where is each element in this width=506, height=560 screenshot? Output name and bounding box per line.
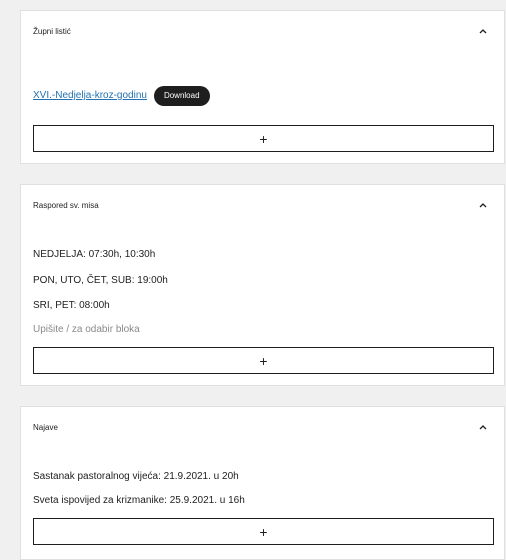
panel-header[interactable]: Najave [21,407,504,447]
chevron-up-icon[interactable] [478,201,488,209]
paragraph-block[interactable]: PON, UTO, ČET, SUB: 19:00h [33,275,168,287]
panel-title: Najave [33,423,58,432]
block-placeholder-input[interactable]: Upišite / za odabir bloka [33,324,140,336]
paragraph-block[interactable]: Sveta ispovijed za krizmanike: 25.9.2021… [33,495,245,507]
plus-icon: + [259,130,268,147]
panel-header[interactable]: Župni listić [21,11,504,51]
panel-title: Raspored sv. misa [33,201,99,210]
add-block-button[interactable]: + [33,347,494,374]
plus-icon: + [259,352,268,369]
paragraph-block[interactable]: NEDJELJA: 07:30h, 10:30h [33,249,155,261]
add-block-button[interactable]: + [33,125,494,152]
add-block-button[interactable]: + [33,518,494,545]
panel-najave: Najave Sastanak pastoralnog vijeća: 21.9… [20,406,505,560]
panel-title: Župni listić [33,27,71,36]
chevron-up-icon[interactable] [478,27,488,35]
paragraph-block[interactable]: Sastanak pastoralnog vijeća: 21.9.2021. … [33,471,239,483]
editor-canvas: Župni listić XVI.-Nedjelja-kroz-godinu D… [0,0,506,560]
panel-zupni-listic: Župni listić XVI.-Nedjelja-kroz-godinu D… [20,10,505,164]
chevron-up-icon[interactable] [478,423,488,431]
file-block: XVI.-Nedjelja-kroz-godinu Download [33,86,210,106]
file-link[interactable]: XVI.-Nedjelja-kroz-godinu [33,90,147,102]
paragraph-block[interactable]: SRI, PET: 08:00h [33,300,110,312]
panel-header[interactable]: Raspored sv. misa [21,185,504,225]
panel-raspored-sv-misa: Raspored sv. misa NEDJELJA: 07:30h, 10:3… [20,184,505,386]
download-button[interactable]: Download [153,86,210,106]
plus-icon: + [259,523,268,540]
